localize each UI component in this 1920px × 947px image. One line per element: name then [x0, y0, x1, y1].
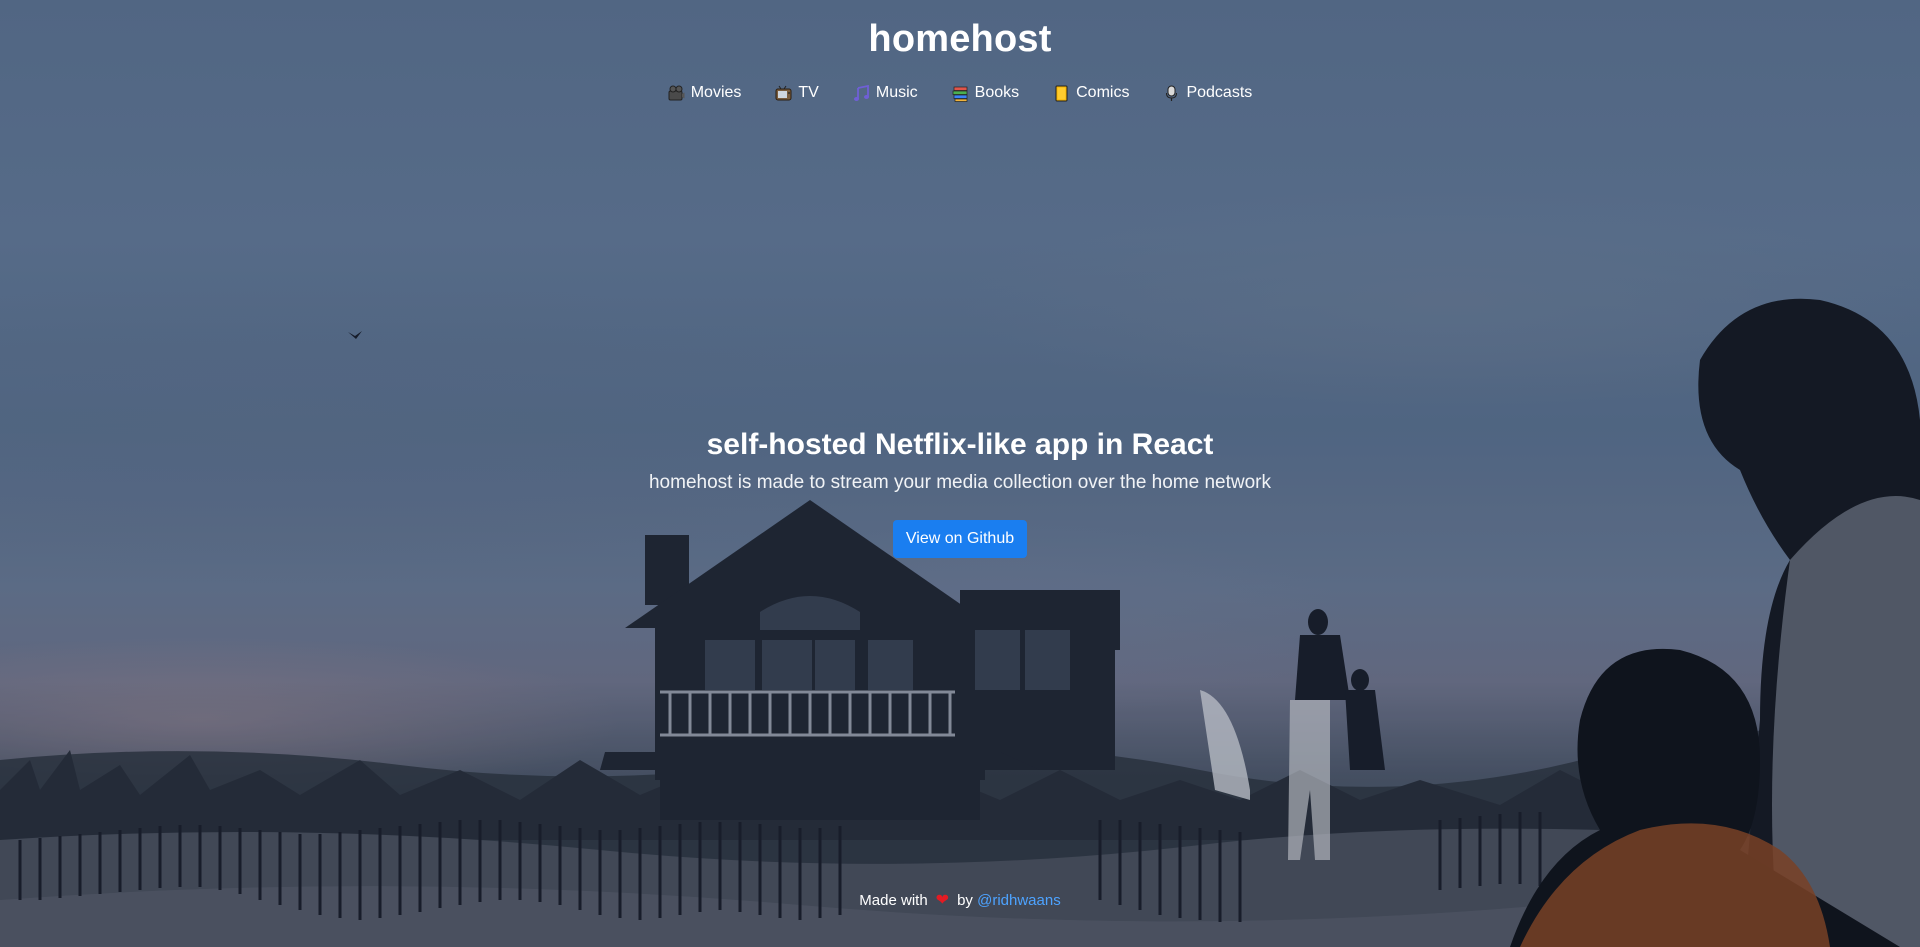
nav-music[interactable]: Music: [853, 84, 918, 102]
nav-podcasts-label: Podcasts: [1186, 84, 1253, 101]
footer-by: by: [957, 892, 973, 909]
nav-books-label: Books: [974, 84, 1020, 101]
footer: Made with ❤ by @ridhwaans: [0, 890, 1920, 910]
hero-section: self-hosted Netflix-like app in React ho…: [0, 428, 1920, 494]
microphone-icon: [1166, 85, 1178, 101]
music-note-icon: [853, 84, 869, 101]
author-link[interactable]: @ridhwaans: [977, 892, 1061, 909]
nav-tv-label: TV: [798, 84, 819, 101]
brand-logo[interactable]: homehost: [0, 18, 1920, 61]
nav-podcasts[interactable]: Podcasts: [1163, 84, 1252, 102]
nav-movies-label: Movies: [690, 84, 742, 101]
television-icon: [775, 85, 792, 100]
hero-subtitle: homehost is made to stream your media co…: [648, 472, 1272, 493]
nav-movies[interactable]: Movies: [668, 84, 742, 102]
comic-book-icon: [1055, 85, 1068, 101]
film-projector-icon: [668, 85, 685, 100]
nav-comics-label: Comics: [1076, 84, 1130, 101]
nav-books[interactable]: Books: [952, 84, 1019, 102]
footer-made-with: Made with: [859, 892, 928, 909]
heart-icon: ❤: [935, 892, 950, 909]
nav-comics[interactable]: Comics: [1053, 84, 1129, 102]
books-icon: [952, 86, 967, 102]
view-on-github-button[interactable]: View on Github: [893, 520, 1027, 558]
nav-tv[interactable]: TV: [775, 84, 819, 102]
hero-title: self-hosted Netflix-like app in React: [706, 428, 1214, 461]
nav-music-label: Music: [875, 84, 918, 101]
main-nav: Movies TV Music Books Comics Podcasts: [0, 84, 1920, 102]
